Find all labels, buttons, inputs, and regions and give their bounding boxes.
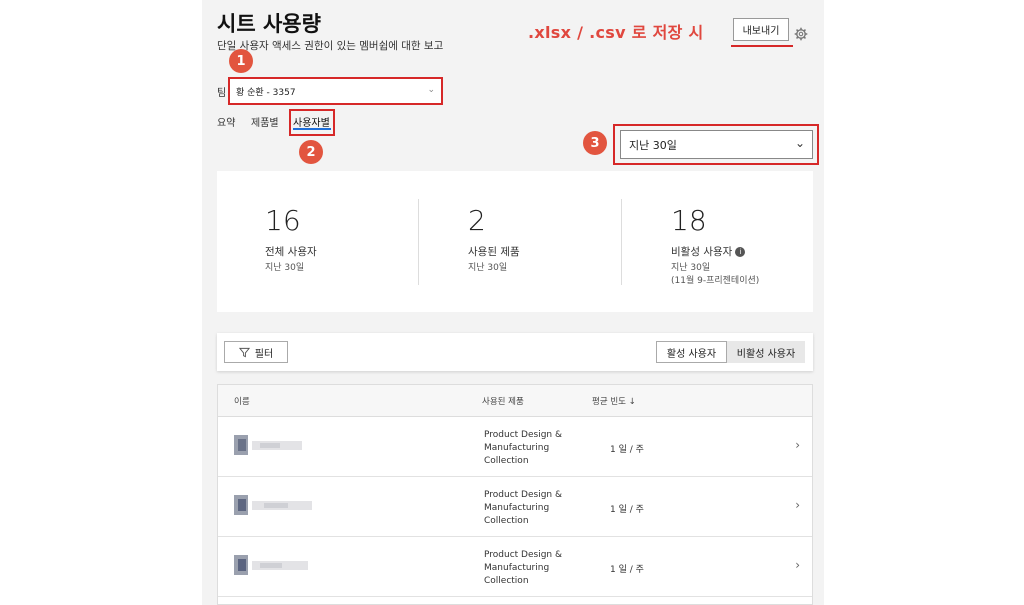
table-row[interactable]: Product Design & Manufacturing Collectio… [218,537,812,597]
date-range-select[interactable]: 지난 30일 ⌄ [620,130,813,159]
stat-label: 전체 사용자 [265,246,317,258]
info-icon[interactable]: i [735,247,746,257]
filter-icon [238,347,250,357]
annotation-badge-3: 3 [583,131,607,155]
export-button[interactable]: 내보내기 [733,18,789,41]
stat-value: 18 [671,204,707,237]
export-annotation: .xlsx / .csv 로 저장 시 [528,23,704,42]
inactive-users-toggle[interactable]: 비활성 사용자 [727,341,805,363]
filter-label: 필터 [254,348,274,360]
table-header: 이름 사용된 제품 평균 빈도 ↓ [218,385,812,417]
column-header-name[interactable]: 이름 [234,395,250,407]
annotation-badge-2: 2 [299,140,323,164]
team-select[interactable]: 황 순환 - 3357 ⌄ [228,77,443,105]
stat-period: 지난 30일 [468,263,508,273]
avatar-pixelated [230,555,312,575]
row-frequency: 1 일 / 주 [610,505,644,515]
stats-panel: 16 전체 사용자 지난 30일 2 사용된 제품 지난 30일 18 비활성 … [217,171,813,312]
stat-period: 지난 30일 [265,263,305,273]
active-users-toggle[interactable]: 활성 사용자 [656,341,727,363]
row-product: Product Design & Manufacturing Collectio… [484,490,562,526]
chevron-right-icon[interactable]: › [795,558,800,572]
stat-label: 비활성 사용자 i [671,244,746,259]
table-row[interactable]: Product Design & Manufacturing Collectio… [218,417,812,477]
stat-divider [621,199,622,285]
tab-by-product[interactable]: 제품별 [251,114,279,129]
tab-highlight-box [289,109,335,136]
export-highlight-underline [731,45,793,47]
row-product: Product Design & Manufacturing Collectio… [484,550,562,586]
page-title: 시트 사용량 [217,12,321,36]
chevron-down-icon: ⌄ [427,85,435,95]
row-frequency: 1 일 / 주 [610,445,644,455]
stat-divider [418,199,419,285]
table-row[interactable]: Product Design & Manufacturing Collectio… [218,477,812,537]
chevron-right-icon[interactable]: › [795,498,800,512]
stat-value: 2 [468,204,486,237]
users-table: 이름 사용된 제품 평균 빈도 ↓ Product Design & Manuf… [217,384,813,605]
stat-label: 사용된 제품 [468,246,520,258]
tab-summary[interactable]: 요약 [217,114,235,129]
team-label: 팀 [217,88,227,99]
team-select-value: 황 순환 - 3357 [236,87,296,98]
row-frequency: 1 일 / 주 [610,565,644,575]
filter-button[interactable]: 필터 [224,341,288,363]
stat-value: 16 [265,204,301,237]
page-subtitle: 단일 사용자 액세스 권한이 있는 멤버쉽에 대한 보고 [217,40,444,52]
column-header-products[interactable]: 사용된 제품 [482,395,524,407]
date-range-value: 지난 30일 [629,138,677,152]
row-product: Product Design & Manufacturing Collectio… [484,430,562,466]
chevron-right-icon[interactable]: › [795,438,800,452]
column-header-frequency[interactable]: 평균 빈도 ↓ [592,395,636,407]
stat-period-detail: (11월 9-프리젠테이션) [671,276,760,286]
active-tab-indicator [293,128,331,130]
avatar-pixelated [230,435,312,455]
avatar-pixelated [230,495,312,515]
stat-label-text: 비활성 사용자 [671,246,733,258]
stat-period: 지난 30일 [671,263,711,273]
chevron-down-icon: ⌄ [794,136,805,150]
annotation-badge-1: 1 [229,49,253,73]
gear-icon[interactable] [794,27,808,41]
